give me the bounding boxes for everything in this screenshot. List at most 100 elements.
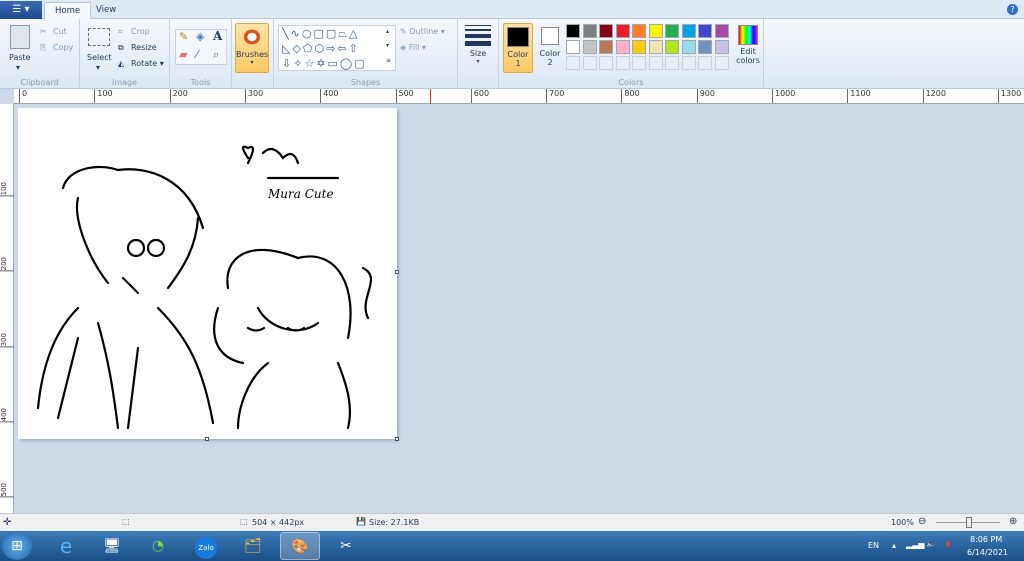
paint-menu-button[interactable]: ☰ ▾ bbox=[0, 1, 42, 19]
palette-color-swatch[interactable] bbox=[665, 24, 679, 38]
brushes-button[interactable]: Brushes ▾ bbox=[235, 23, 269, 73]
file-size: Size: 27.1KB bbox=[369, 518, 420, 527]
ribbon: Paste ▾ ✂ Cut ⎘ Copy Clipboard Select ▾ … bbox=[0, 19, 1024, 89]
paste-dropdown-icon[interactable]: ▾ bbox=[16, 63, 20, 72]
select-dropdown-icon[interactable]: ▾ bbox=[96, 63, 100, 72]
pencil-icon[interactable]: ✎ bbox=[179, 30, 188, 43]
color2-swatch bbox=[541, 27, 559, 45]
file-size-icon: 💾 bbox=[356, 517, 366, 526]
shapes-scroll-down[interactable]: ▾ bbox=[386, 42, 389, 49]
internet-explorer-icon[interactable]: e bbox=[46, 532, 86, 560]
select-icon[interactable] bbox=[88, 28, 110, 46]
shapes-expand[interactable]: ≡ bbox=[386, 57, 391, 64]
palette-color-swatch[interactable] bbox=[582, 40, 597, 54]
custom-color-slot[interactable] bbox=[615, 56, 630, 70]
rotate-label: Rotate bbox=[131, 59, 158, 68]
resize-handle-bottom[interactable] bbox=[205, 437, 209, 441]
palette-color-swatch[interactable] bbox=[665, 40, 679, 54]
brush-icon bbox=[242, 28, 262, 46]
palette-color-swatch[interactable] bbox=[632, 40, 646, 54]
language-indicator[interactable]: EN bbox=[868, 541, 879, 550]
start-button[interactable]: ⊞ bbox=[2, 532, 32, 560]
help-icon[interactable]: ? bbox=[1007, 4, 1018, 15]
palette-color-swatch[interactable] bbox=[714, 40, 729, 54]
clock-time[interactable]: 8:06 PM bbox=[970, 535, 1002, 544]
paste-button[interactable]: Paste bbox=[9, 53, 31, 62]
color-picker-icon[interactable]: ⁄ bbox=[196, 48, 198, 61]
size-button[interactable]: Size ▾ bbox=[462, 23, 494, 73]
rotate-button[interactable]: Rotate ▾ bbox=[131, 59, 164, 68]
ruler-tick-label: 1000 bbox=[772, 89, 795, 103]
show-hidden-icons[interactable]: ▴ bbox=[892, 541, 896, 550]
fill-icon[interactable]: ◈ bbox=[196, 30, 204, 43]
outline-label: Outline bbox=[409, 27, 439, 36]
magnifier-icon[interactable]: ⌕ bbox=[213, 48, 219, 62]
ruler-tick-label: 400 bbox=[320, 89, 338, 103]
tab-view[interactable]: View bbox=[86, 2, 126, 20]
cut-button[interactable]: Cut bbox=[53, 27, 67, 36]
drawing-canvas[interactable]: Mura Cute bbox=[18, 108, 399, 441]
paint-icon[interactable]: 🎨 bbox=[280, 532, 320, 560]
file-explorer-icon[interactable]: 🗂 bbox=[233, 532, 273, 560]
palette-color-swatch[interactable] bbox=[698, 40, 712, 54]
custom-color-slot[interactable] bbox=[698, 56, 712, 70]
text-icon[interactable]: A bbox=[213, 29, 222, 43]
zoom-out-button[interactable]: ⊖ bbox=[918, 516, 926, 527]
clock-date[interactable]: 6/14/2021 bbox=[967, 548, 1008, 557]
custom-color-slot[interactable] bbox=[632, 56, 646, 70]
palette-color-swatch[interactable] bbox=[582, 24, 597, 38]
palette-color-swatch[interactable] bbox=[566, 40, 580, 54]
resize-handle-corner[interactable] bbox=[395, 437, 399, 441]
resize-button[interactable]: Resize bbox=[131, 43, 157, 52]
palette-color-swatch[interactable] bbox=[632, 24, 646, 38]
snipping-tool-icon[interactable]: ✂ bbox=[326, 532, 366, 560]
computer-icon[interactable]: 🖥 bbox=[92, 532, 132, 560]
palette-color-swatch[interactable] bbox=[615, 24, 630, 38]
palette-color-swatch[interactable] bbox=[566, 24, 580, 38]
palette-color-swatch[interactable] bbox=[648, 40, 663, 54]
color1-button[interactable]: Color 1 bbox=[503, 23, 533, 73]
palette-color-swatch[interactable] bbox=[615, 40, 630, 54]
power-icon[interactable]: ▮ bbox=[946, 539, 950, 548]
crop-button[interactable]: Crop bbox=[131, 27, 150, 36]
edit-colors-button[interactable]: Edit colors bbox=[735, 23, 761, 73]
palette-color-swatch[interactable] bbox=[681, 24, 696, 38]
tab-home[interactable]: Home bbox=[44, 2, 92, 20]
custom-color-slot[interactable] bbox=[566, 56, 580, 70]
fill-button[interactable]: ◈ Fill ▾ bbox=[400, 43, 426, 52]
copy-button[interactable]: Copy bbox=[53, 43, 73, 52]
resize-handle-right[interactable] bbox=[395, 270, 399, 274]
zoom-slider-thumb[interactable] bbox=[966, 517, 972, 528]
palette-color-swatch[interactable] bbox=[599, 40, 613, 54]
palette-color-swatch[interactable] bbox=[599, 24, 613, 38]
eraser-icon[interactable]: ▰ bbox=[179, 48, 187, 61]
ruler-tick-label: 1100 bbox=[847, 89, 871, 103]
color2-button[interactable]: Color 2 bbox=[536, 23, 564, 73]
resize-icon: ⧉ bbox=[118, 43, 124, 52]
custom-color-slot[interactable] bbox=[714, 56, 729, 70]
palette-color-swatch[interactable] bbox=[681, 40, 696, 54]
size-label: Size bbox=[469, 49, 487, 58]
custom-color-slot[interactable] bbox=[648, 56, 663, 70]
custom-color-slot[interactable] bbox=[599, 56, 613, 70]
palette-color-swatch[interactable] bbox=[714, 24, 729, 38]
paste-icon[interactable] bbox=[10, 25, 30, 49]
custom-color-slot[interactable] bbox=[582, 56, 597, 70]
select-button[interactable]: Select bbox=[87, 53, 112, 62]
ruler-tick-label: 300 bbox=[0, 332, 14, 347]
coccoc-icon[interactable]: ◔ bbox=[138, 532, 178, 560]
vertical-ruler: 100 200 300 400 500 bbox=[0, 104, 14, 513]
network-icon[interactable]: ▂▃▅ bbox=[906, 540, 924, 549]
custom-color-slot[interactable] bbox=[681, 56, 696, 70]
shapes-scroll-up[interactable]: ▴ bbox=[386, 28, 389, 35]
colors-group: Color 1 Color 2 Edit colors Colors bbox=[498, 19, 764, 89]
volume-icon[interactable]: 🔈 bbox=[926, 539, 936, 548]
zoom-in-button[interactable]: ⊕ bbox=[1009, 516, 1017, 527]
palette-color-swatch[interactable] bbox=[648, 24, 663, 38]
custom-color-slot[interactable] bbox=[665, 56, 679, 70]
shapes-gallery[interactable]: ╲∿○□▢⏢△ ◺◇⬠⬡⇨⇦⇧ ⇩✧☆✡▭◯▢ bbox=[278, 25, 396, 71]
outline-button[interactable]: ✎ Outline ▾ bbox=[400, 27, 445, 36]
edit-colors-icon bbox=[738, 25, 758, 45]
palette-color-swatch[interactable] bbox=[698, 24, 712, 38]
zalo-icon[interactable]: Zalo bbox=[186, 532, 226, 560]
